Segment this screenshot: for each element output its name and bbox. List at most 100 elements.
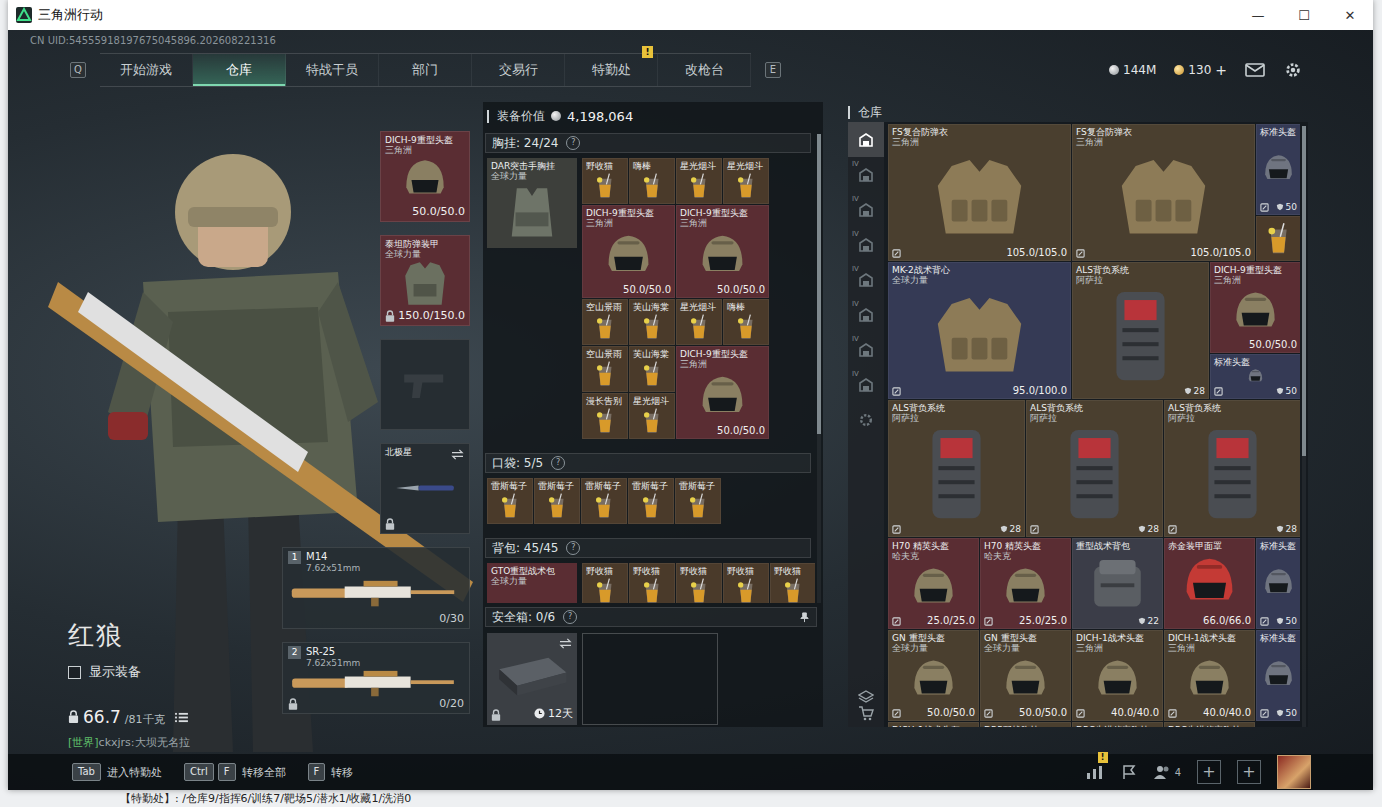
warehouse-tab[interactable]: IV bbox=[848, 227, 884, 262]
show-equipment-checkbox[interactable]: 显示装备 bbox=[68, 663, 282, 681]
nav-tab[interactable]: 开始游戏 bbox=[100, 54, 193, 86]
item-cell[interactable]: 野收猫 bbox=[582, 563, 628, 603]
window-control-button[interactable]: — bbox=[1235, 8, 1281, 23]
item-cell[interactable]: H70 精英头盔哈夫克25.0/25.0 bbox=[980, 538, 1071, 629]
invite-button[interactable]: + bbox=[1237, 760, 1261, 784]
add-currency-button[interactable]: + bbox=[1215, 62, 1227, 78]
item-cell[interactable]: 野收猫 bbox=[676, 563, 722, 603]
item-cell[interactable]: ALS背负系统阿萨拉28 bbox=[1072, 262, 1209, 399]
help-button[interactable]: ? bbox=[563, 610, 577, 624]
gear-icon[interactable] bbox=[858, 412, 874, 428]
item-cell[interactable]: 雷斯莓子 bbox=[675, 478, 721, 524]
nav-tab[interactable]: 特勤处! bbox=[565, 54, 658, 86]
item-cell[interactable]: FS复合防弹衣三角洲105.0/105.0 bbox=[1072, 124, 1255, 261]
friends-button[interactable]: 4 bbox=[1154, 764, 1181, 780]
item-cell[interactable]: DICH-9重型头盔三角洲50.0/50.0 bbox=[582, 205, 675, 298]
gear-slot[interactable]: 泰坦防弹装甲全球力量150.0/150.0 bbox=[380, 235, 470, 326]
scrollbar[interactable] bbox=[817, 134, 821, 603]
item-cell[interactable]: GN 重型头盔全球力量50.0/50.0 bbox=[888, 630, 979, 721]
weapon-slot[interactable]: 2SR-257.62x51mm0/20 bbox=[282, 642, 470, 714]
item-cell[interactable] bbox=[1256, 216, 1300, 261]
item-cell[interactable]: 标准头盔50 bbox=[1210, 354, 1300, 399]
window-control-button[interactable]: ✕ bbox=[1327, 8, 1373, 23]
item-cell[interactable]: DICH-9重型头盔三角洲50.0/50.0 bbox=[1210, 262, 1300, 353]
item-cell[interactable]: 芙山海棠 bbox=[629, 346, 675, 392]
pin-icon[interactable] bbox=[799, 612, 810, 623]
checkbox-box[interactable] bbox=[68, 666, 81, 679]
item-cell[interactable]: 标准头盔50 bbox=[1256, 124, 1300, 215]
item-cell[interactable]: 星光烟斗 bbox=[676, 299, 722, 345]
item-cell[interactable]: 空山景雨 bbox=[582, 346, 628, 392]
item-cell[interactable]: 嗨棒 bbox=[629, 158, 675, 204]
item-cell[interactable]: 标准头盔50 bbox=[1256, 538, 1300, 629]
flag-icon[interactable] bbox=[1120, 764, 1138, 780]
stats-button[interactable]: ! bbox=[1086, 764, 1104, 780]
item-cell[interactable]: GN 重型头盔全球力量50.0/50.0 bbox=[980, 630, 1071, 721]
item-cell[interactable]: DICH-9重型头盔三角洲50.0/50.0 bbox=[676, 346, 769, 439]
item-cell[interactable]: 雷斯莓子 bbox=[628, 478, 674, 524]
item-cell[interactable]: DRC先进侦察胸挂 bbox=[1072, 722, 1163, 727]
item-cell[interactable]: 星光烟斗 bbox=[629, 393, 675, 439]
item-cell[interactable]: 野收猫 bbox=[629, 563, 675, 603]
window-control-button[interactable]: ☐ bbox=[1281, 8, 1327, 23]
item-cell[interactable]: ALS背负系统阿萨拉28 bbox=[1164, 400, 1300, 537]
item-cell[interactable]: 嗨棒 bbox=[723, 299, 769, 345]
safe-box-case[interactable]: 12天 bbox=[487, 633, 577, 725]
swap-icon[interactable] bbox=[451, 449, 464, 460]
item-cell[interactable]: DICH-9重型头盔三角洲50.0/50.0 bbox=[676, 205, 769, 298]
help-button[interactable]: ? bbox=[566, 136, 580, 150]
help-button[interactable]: ? bbox=[566, 541, 580, 555]
key-hint[interactable]: Tab进入特勤处 bbox=[72, 763, 162, 781]
item-cell[interactable]: DRC先进侦察胸挂 bbox=[1164, 722, 1255, 727]
item-cell[interactable]: ALS背负系统阿萨拉28 bbox=[1026, 400, 1163, 537]
nav-tab[interactable]: 交易行 bbox=[472, 54, 565, 86]
next-tab-key[interactable]: E bbox=[765, 62, 781, 78]
safe-box-grid[interactable] bbox=[582, 633, 718, 725]
gear-icon[interactable] bbox=[1283, 61, 1303, 79]
item-cell[interactable]: 星光烟斗 bbox=[676, 158, 722, 204]
item-cell[interactable]: 雷斯莓子 bbox=[581, 478, 627, 524]
item-cell[interactable]: 雷斯莓子 bbox=[534, 478, 580, 524]
nav-tab[interactable]: 部门 bbox=[379, 54, 472, 86]
item-cell[interactable]: H70 精英头盔哈夫克25.0/25.0 bbox=[888, 538, 979, 629]
item-cell[interactable]: 野收猫 bbox=[582, 158, 628, 204]
nav-tab[interactable]: 特战干员 bbox=[286, 54, 379, 86]
warehouse-tab[interactable]: IV bbox=[848, 192, 884, 227]
item-cell[interactable]: 空山景雨 bbox=[582, 299, 628, 345]
cart-icon[interactable] bbox=[858, 705, 874, 721]
item-cell[interactable]: DICH-1战术头盔三角洲40.0/40.0 bbox=[1164, 630, 1255, 721]
help-button[interactable]: ? bbox=[551, 456, 565, 470]
item-cell[interactable]: FS复合防弹衣三角洲105.0/105.0 bbox=[888, 124, 1071, 261]
scrollbar[interactable] bbox=[1302, 126, 1306, 727]
nav-tab[interactable]: 改枪台 bbox=[658, 54, 751, 86]
item-cell[interactable]: 重型战术背包22 bbox=[1072, 538, 1163, 629]
key-hint[interactable]: F转移 bbox=[308, 763, 354, 781]
item-cell[interactable]: DRR野战胸挂 bbox=[980, 722, 1071, 727]
invite-button[interactable]: + bbox=[1197, 760, 1221, 784]
item-cell[interactable]: DICH-1战术头盔 bbox=[888, 722, 979, 727]
item-cell[interactable]: ALS背负系统阿萨拉28 bbox=[888, 400, 1025, 537]
nav-tab[interactable]: 仓库 bbox=[193, 54, 286, 86]
item-cell[interactable]: 漫长告别 bbox=[582, 393, 628, 439]
item-cell[interactable]: DICH-1战术头盔三角洲40.0/40.0 bbox=[1072, 630, 1163, 721]
gear-slot[interactable]: DICH-9重型头盔三角洲50.0/50.0 bbox=[380, 131, 470, 222]
item-cell[interactable]: 标准头盔50 bbox=[1256, 630, 1300, 721]
swap-icon[interactable] bbox=[559, 638, 572, 649]
item-cell[interactable]: 野收猫 bbox=[770, 563, 815, 603]
key-hint[interactable]: CtrlF转移全部 bbox=[184, 763, 286, 781]
prev-tab-key[interactable]: Q bbox=[70, 62, 86, 78]
item-cell[interactable]: 星光烟斗 bbox=[723, 158, 769, 204]
item-cell[interactable]: 赤金装甲面罩66.0/66.0 bbox=[1164, 538, 1255, 629]
item-cell[interactable]: 雷斯莓子 bbox=[487, 478, 533, 524]
mail-icon[interactable] bbox=[1245, 61, 1265, 79]
gear-slot[interactable]: 北极星 bbox=[380, 443, 470, 534]
item-cell[interactable]: 芙山海棠 bbox=[629, 299, 675, 345]
warehouse-tab[interactable]: IV bbox=[848, 157, 884, 192]
warehouse-tab[interactable]: IV bbox=[848, 262, 884, 297]
list-icon[interactable] bbox=[175, 712, 188, 723]
warehouse-tab[interactable]: IV bbox=[848, 332, 884, 367]
layers-icon[interactable] bbox=[858, 689, 874, 705]
weapon-slot[interactable]: 1M147.62x51mm0/30 bbox=[282, 547, 470, 629]
player-avatar[interactable] bbox=[1277, 755, 1311, 789]
item-cell[interactable]: 野收猫 bbox=[723, 563, 769, 603]
